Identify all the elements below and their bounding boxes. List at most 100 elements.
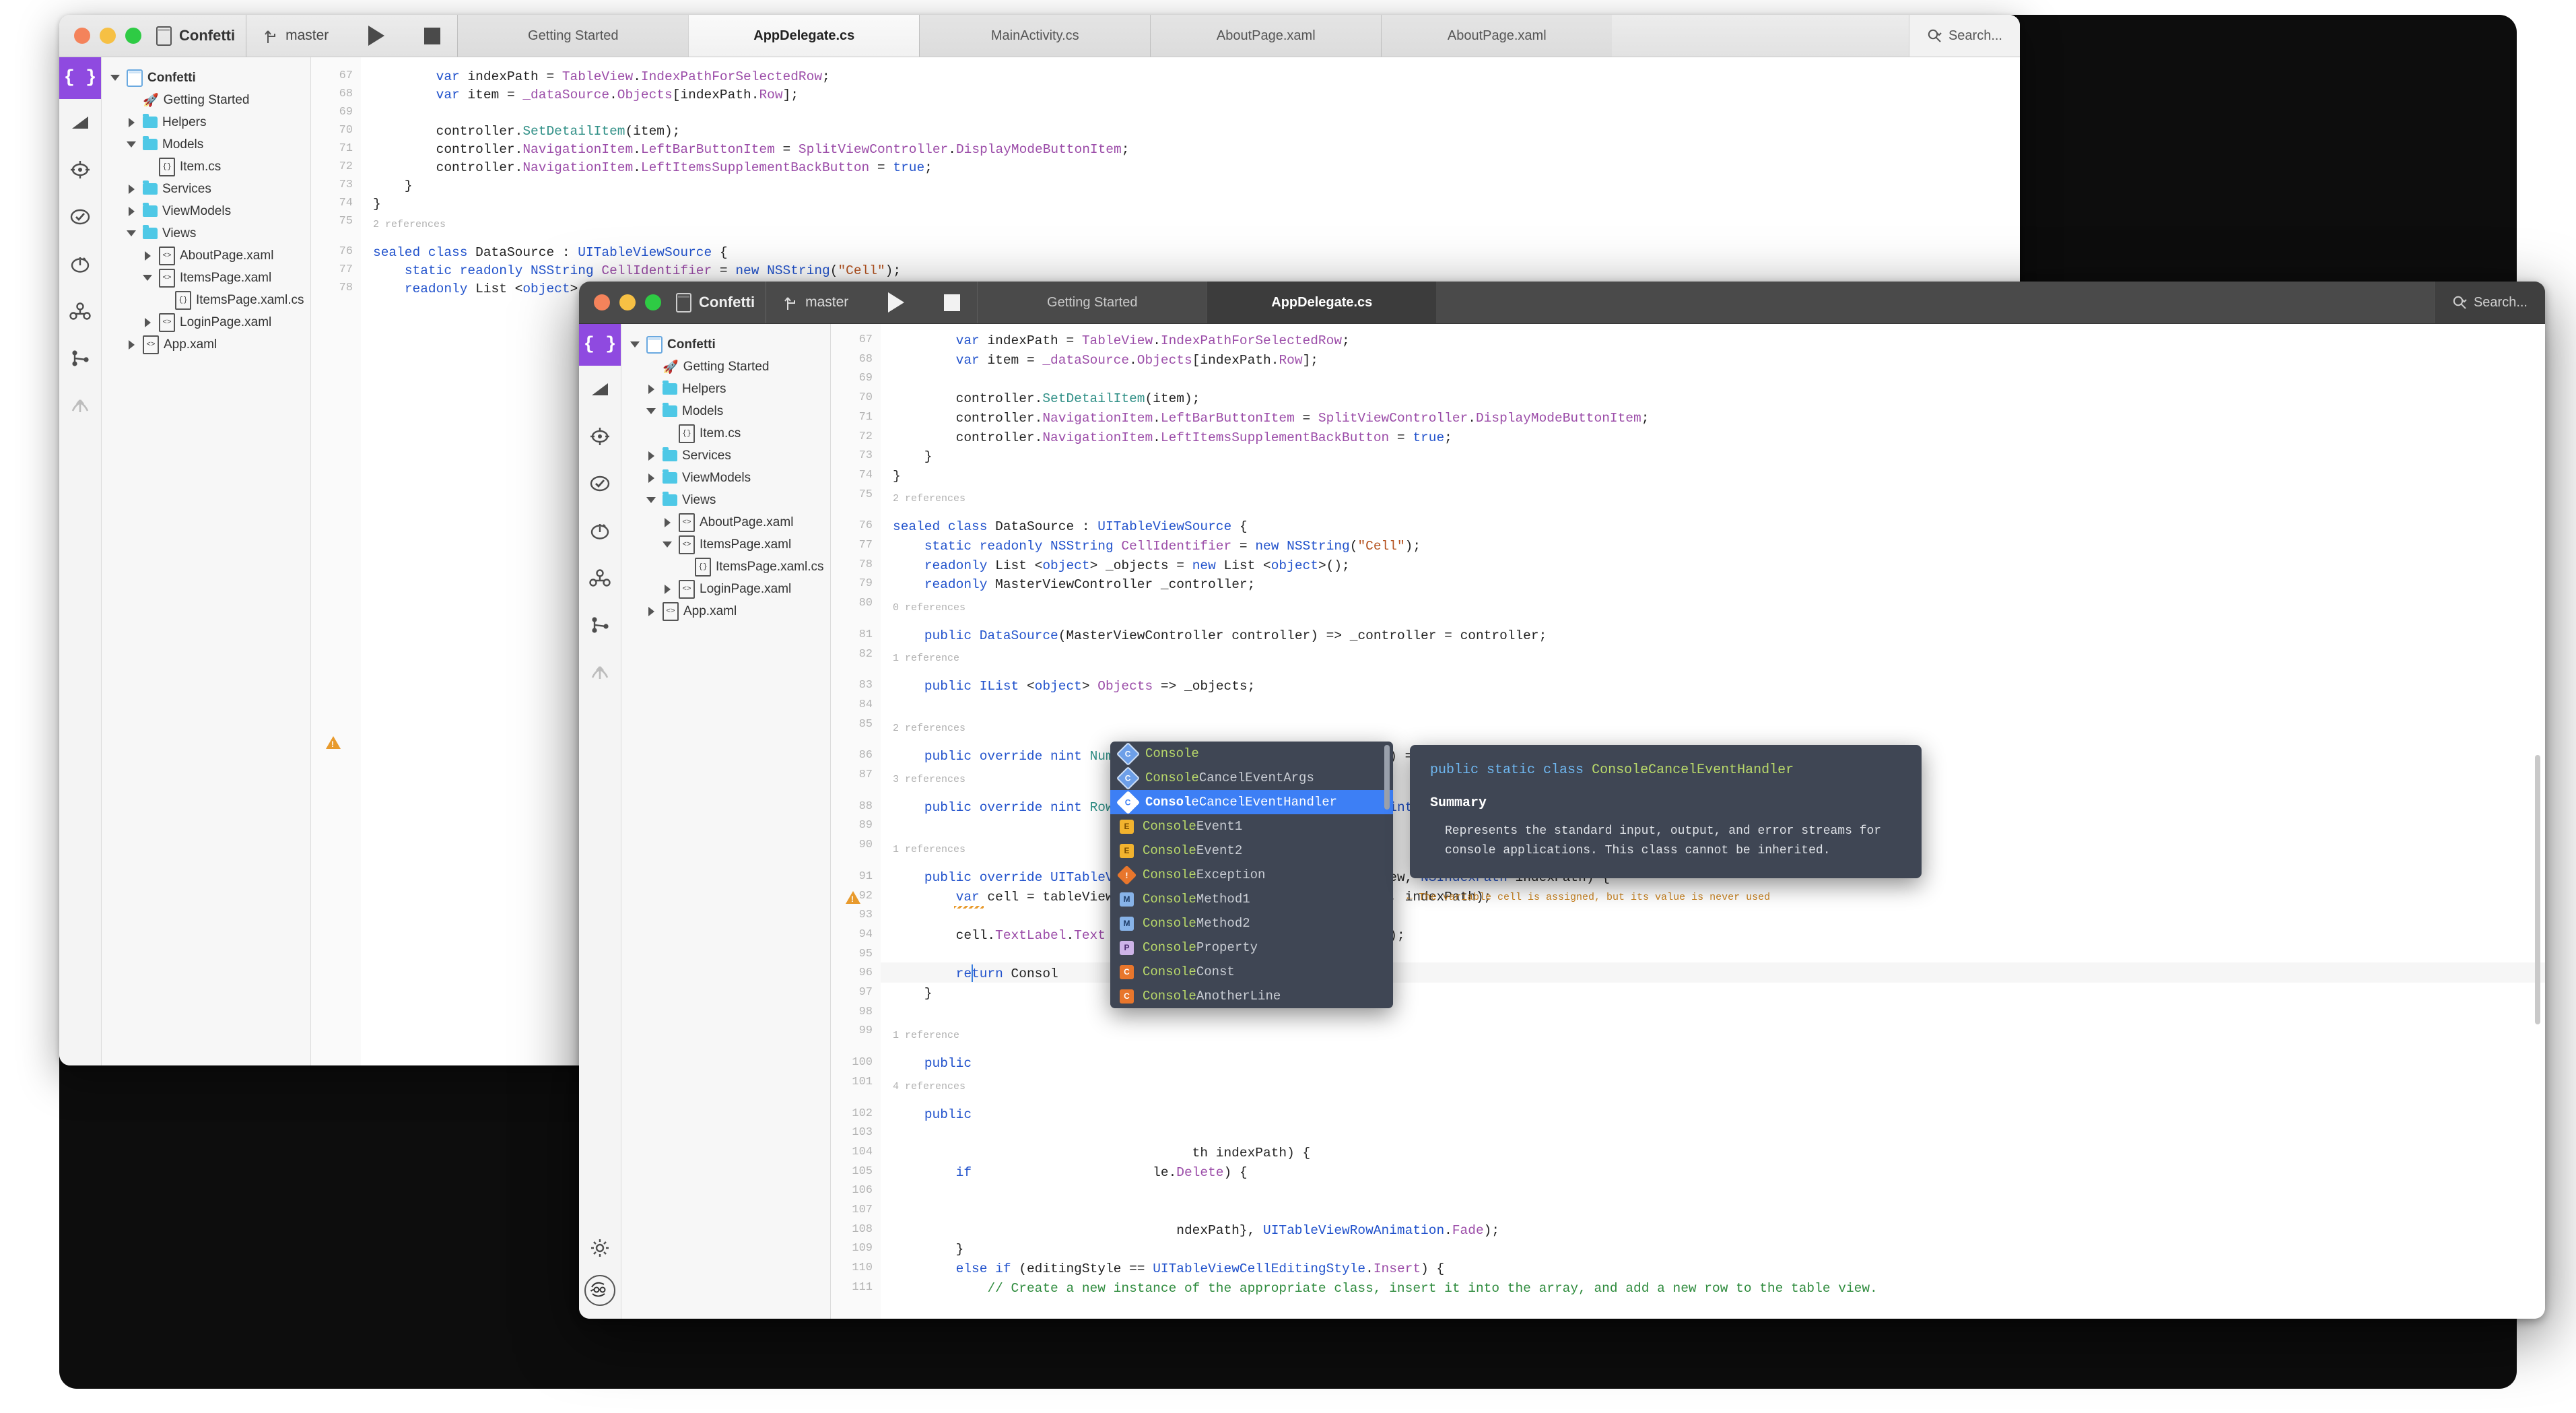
tree-twisty[interactable] bbox=[660, 584, 674, 594]
maximize-icon[interactable] bbox=[645, 294, 661, 310]
chevron-down-icon[interactable] bbox=[127, 230, 136, 236]
tab-getting-started[interactable]: Getting Started bbox=[977, 282, 1207, 323]
branch-selector[interactable]: master bbox=[766, 282, 866, 323]
tree-twisty[interactable] bbox=[125, 141, 138, 147]
code-line[interactable]: } bbox=[893, 1242, 964, 1257]
autocomplete-item[interactable]: M ConsoleMethod1 bbox=[1110, 887, 1393, 911]
tab-aboutpage-xaml[interactable]: AboutPage.xaml bbox=[1150, 15, 1382, 57]
code-line[interactable]: public bbox=[893, 1107, 972, 1122]
back-search-field[interactable]: Search... bbox=[1908, 15, 2020, 57]
autocomplete-item[interactable]: E ConsoleEvent1 bbox=[1110, 814, 1393, 839]
code-lens-references[interactable]: 2 references bbox=[373, 219, 446, 230]
tree-twisty[interactable] bbox=[660, 541, 674, 548]
tree-twisty[interactable] bbox=[125, 206, 138, 216]
tree-twisty[interactable] bbox=[125, 230, 138, 236]
back-gutter-warning-icon[interactable] bbox=[326, 736, 341, 749]
traffic-lights[interactable] bbox=[74, 28, 141, 44]
account-avatar-icon[interactable] bbox=[584, 1275, 615, 1306]
code-line[interactable]: controller.SetDetailItem(item); bbox=[893, 391, 1200, 406]
minimize-icon[interactable] bbox=[619, 294, 636, 310]
code-line[interactable]: readonly List <object> _objects = new Li… bbox=[893, 558, 1350, 573]
chevron-down-icon[interactable] bbox=[143, 275, 152, 281]
tree-item-services[interactable]: Services bbox=[102, 178, 310, 200]
autocomplete-item[interactable]: C ConsoleAnotherLine bbox=[1110, 984, 1393, 1008]
code-line[interactable]: } bbox=[893, 449, 933, 464]
tree-item-models[interactable]: Models bbox=[621, 400, 830, 422]
back-solution-tree[interactable]: Confetti 🚀 Getting Started Helpers Models {} I… bbox=[102, 57, 311, 1065]
code-line[interactable]: static readonly NSString CellIdentifier … bbox=[373, 263, 901, 278]
tree-item-viewmodels[interactable]: ViewModels bbox=[621, 467, 830, 489]
code-line[interactable]: } bbox=[373, 197, 381, 211]
tree-item-getting-started[interactable]: 🚀 Getting Started bbox=[102, 89, 310, 111]
code-line[interactable]: var item = _dataSource.Objects[indexPath… bbox=[893, 353, 1318, 368]
code-line[interactable]: } bbox=[373, 178, 413, 193]
tree-twisty[interactable] bbox=[125, 117, 138, 127]
autocomplete-item[interactable]: M ConsoleMethod2 bbox=[1110, 911, 1393, 935]
code-lens-references[interactable]: 4 references bbox=[893, 1081, 965, 1092]
code-line[interactable]: controller.NavigationItem.LeftBarButtonI… bbox=[893, 411, 1650, 426]
code-line[interactable]: th indexPath) { bbox=[893, 1146, 1311, 1160]
chevron-right-icon[interactable] bbox=[664, 584, 671, 594]
code-line[interactable]: static readonly NSString CellIdentifier … bbox=[893, 539, 1421, 554]
tree-twisty[interactable] bbox=[125, 184, 138, 194]
rail-bottom-group[interactable] bbox=[579, 1238, 621, 1306]
foreground-window[interactable]: Confetti master Getting Started AppDelega… bbox=[579, 282, 2545, 1319]
code-line[interactable]: if le.Delete) { bbox=[893, 1165, 1248, 1180]
code-line[interactable]: return Consol bbox=[893, 966, 1058, 981]
code-lens-references[interactable]: 0 references bbox=[893, 602, 965, 614]
code-line[interactable]: } bbox=[893, 986, 933, 1001]
chevron-right-icon[interactable] bbox=[648, 384, 654, 394]
chevron-down-icon[interactable] bbox=[630, 341, 640, 348]
code-line[interactable]: var indexPath = TableView.IndexPathForSe… bbox=[373, 69, 830, 84]
project-badge[interactable]: Confetti bbox=[156, 26, 235, 46]
maximize-icon[interactable] bbox=[125, 28, 141, 44]
branch-selector[interactable]: master bbox=[246, 15, 346, 57]
code-line[interactable]: controller.SetDetailItem(item); bbox=[373, 124, 681, 139]
gutter-warning-icon[interactable] bbox=[846, 890, 860, 904]
editor-scrollbar[interactable] bbox=[2535, 755, 2540, 1024]
tree-item-loginpage-xaml[interactable]: <> LoginPage.xaml bbox=[102, 311, 310, 333]
chevron-down-icon[interactable] bbox=[646, 497, 656, 503]
autocomplete-item[interactable]: C Console bbox=[1110, 742, 1393, 766]
tree-item-itemspage-xaml-cs[interactable]: {} ItemsPage.xaml.cs bbox=[102, 289, 310, 311]
tree-item-app-xaml[interactable]: <> App.xaml bbox=[102, 333, 310, 356]
tree-twisty[interactable] bbox=[644, 408, 658, 414]
code-lens-references[interactable]: 2 references bbox=[893, 493, 965, 504]
front-search-field[interactable]: Search... bbox=[2433, 282, 2545, 323]
code-line[interactable]: controller.NavigationItem.LeftItemsSuppl… bbox=[893, 430, 1452, 445]
close-icon[interactable] bbox=[74, 28, 90, 44]
front-tab-strip[interactable]: Getting Started AppDelegate.cs bbox=[977, 282, 2434, 323]
project-badge[interactable]: Confetti bbox=[676, 292, 755, 313]
code-lens-references[interactable]: 1 reference bbox=[893, 653, 959, 664]
share-nodes-icon[interactable] bbox=[59, 288, 101, 335]
chevron-right-icon[interactable] bbox=[144, 251, 151, 261]
code-line[interactable]: readonly MasterViewController _controlle… bbox=[893, 577, 1256, 592]
code-line[interactable]: public bbox=[893, 1056, 972, 1071]
autocomplete-scrollbar[interactable] bbox=[1384, 745, 1390, 810]
tree-item-loginpage-xaml[interactable]: <> LoginPage.xaml bbox=[621, 578, 830, 600]
tree-item-services[interactable]: Services bbox=[621, 445, 830, 467]
tree-twisty[interactable] bbox=[644, 384, 658, 394]
tree-item-app-xaml[interactable]: <> App.xaml bbox=[621, 600, 830, 622]
tree-twisty[interactable] bbox=[644, 606, 658, 616]
tree-twisty[interactable] bbox=[108, 75, 122, 81]
code-line[interactable]: sealed class DataSource : UITableViewSou… bbox=[893, 519, 1248, 534]
autocomplete-popup[interactable]: C Console C ConsoleCancelEventArgs C ConsoleC… bbox=[1110, 742, 1393, 1008]
autocomplete-item[interactable]: C ConsoleCancelEventArgs bbox=[1110, 766, 1393, 790]
merge-arrows-icon[interactable] bbox=[579, 649, 621, 696]
code-lens-references[interactable]: 2 references bbox=[893, 723, 965, 734]
share-nodes-icon[interactable] bbox=[579, 554, 621, 601]
tree-twisty[interactable] bbox=[628, 341, 642, 348]
code-line[interactable]: var indexPath = TableView.IndexPathForSe… bbox=[893, 333, 1350, 348]
chevron-right-icon[interactable] bbox=[128, 339, 135, 350]
run-stop-group[interactable] bbox=[346, 15, 457, 57]
code-line[interactable]: ndexPath}, UITableViewRowAnimation.Fade)… bbox=[893, 1223, 1499, 1238]
tab-mainactivity-cs[interactable]: MainActivity.cs bbox=[919, 15, 1151, 57]
stopwatch-icon[interactable] bbox=[579, 507, 621, 554]
minimize-icon[interactable] bbox=[100, 28, 116, 44]
tree-twisty[interactable] bbox=[660, 517, 674, 527]
chevron-right-icon[interactable] bbox=[648, 473, 654, 483]
chevron-right-icon[interactable] bbox=[128, 184, 135, 194]
close-icon[interactable] bbox=[594, 294, 610, 310]
tree-item-getting-started[interactable]: 🚀 Getting Started bbox=[621, 356, 830, 378]
